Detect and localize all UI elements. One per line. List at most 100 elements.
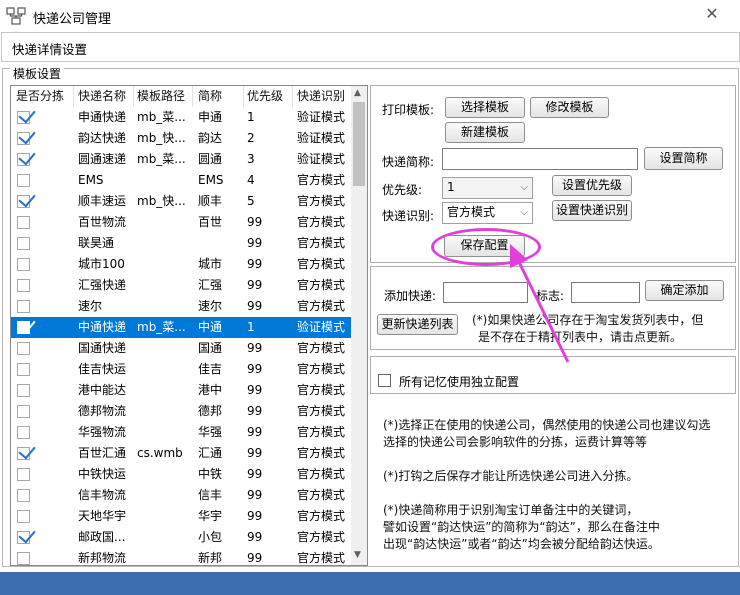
sort-checkbox[interactable] [17, 525, 36, 544]
table-row[interactable]: 佳吉快运 佳吉 99 官方模式 [11, 359, 351, 380]
new-template-button[interactable]: 新建模板 [445, 122, 525, 143]
cell-mode: 官方模式 [297, 173, 346, 187]
sort-checkbox[interactable] [17, 510, 30, 523]
check-icon [18, 147, 36, 166]
column-header-priority[interactable]: 优先级 [247, 86, 283, 107]
table-row[interactable]: 百世汇通 cs.wmb 汇通 99 官方模式 [11, 441, 351, 464]
table-row[interactable]: 港中能达 港中 99 官方模式 [11, 380, 351, 401]
table-row[interactable]: 联昊通 99 官方模式 [11, 233, 351, 254]
table-row[interactable]: 国通快递 国通 99 官方模式 [11, 338, 351, 359]
tab-detail-settings[interactable]: 快递详情设置 [12, 39, 87, 58]
cell-short: 国通 [198, 341, 223, 355]
table-row[interactable]: 申通快递 mb_菜... 申通 1 验证模式 [11, 105, 351, 128]
table-row[interactable]: 信丰物流 信丰 99 官方模式 [11, 485, 351, 506]
cell-short: 汇通 [198, 446, 223, 460]
confirm-add-button[interactable]: 确定添加 [645, 280, 724, 301]
sort-checkbox[interactable] [17, 174, 30, 187]
cell-mode: 官方模式 [297, 467, 346, 481]
cell-mode: 官方模式 [297, 278, 346, 292]
cell-priority: 99 [247, 215, 263, 229]
sort-checkbox[interactable] [17, 426, 30, 439]
sort-checkbox[interactable] [17, 237, 30, 250]
cell-short: 港中 [198, 383, 223, 397]
table-row[interactable]: EMS EMS 4 官方模式 [11, 170, 351, 191]
sort-checkbox[interactable] [17, 315, 36, 334]
sort-checkbox[interactable] [17, 147, 36, 166]
courier-table[interactable]: 是否分拣 快递名称 模板路径 简称 优先级 快递识别 申通快递 mb_菜... 申通… [10, 85, 368, 566]
cell-name: 联昊通 [78, 236, 115, 250]
recognition-select[interactable]: 官方模式 ⌵ [442, 202, 533, 224]
table-row[interactable]: 汇强快递 汇强 99 官方模式 [11, 275, 351, 296]
table-row[interactable]: 新邦物流 新邦 99 官方模式 [11, 548, 351, 565]
column-header-recognition[interactable]: 快递识别 [297, 86, 345, 107]
cell-name: 佳吉快运 [78, 362, 127, 376]
cell-priority: 3 [247, 152, 255, 166]
cell-mode: 官方模式 [297, 530, 346, 544]
sort-checkbox[interactable] [17, 126, 36, 145]
cell-name: 中铁快运 [78, 467, 127, 481]
column-header-short[interactable]: 简称 [198, 86, 222, 107]
cell-mode: 官方模式 [297, 299, 346, 313]
table-row[interactable]: 中通快递 mb_菜... 中通 1 验证模式 [11, 315, 351, 338]
table-row[interactable]: 速尔 速尔 99 官方模式 [11, 296, 351, 317]
cell-name: 百世物流 [78, 215, 127, 229]
sort-checkbox[interactable] [17, 552, 30, 565]
table-row[interactable]: 天地华宇 华宇 99 官方模式 [11, 506, 351, 527]
table-row[interactable]: 顺丰速运 mb_快... 顺丰 5 官方模式 [11, 189, 351, 212]
sort-checkbox[interactable] [17, 342, 30, 355]
sort-checkbox[interactable] [17, 279, 30, 292]
close-button[interactable]: ✕ [692, 4, 732, 24]
sort-checkbox[interactable] [17, 405, 30, 418]
check-icon [18, 525, 36, 544]
cell-priority: 99 [247, 404, 263, 418]
table-row[interactable]: 圆通速递 mb_菜... 圆通 3 验证模式 [11, 147, 351, 170]
cell-priority: 99 [247, 236, 263, 250]
table-row[interactable]: 德邦物流 德邦 99 官方模式 [11, 401, 351, 422]
select-template-button[interactable]: 选择模板 [445, 97, 525, 118]
update-courier-list-button[interactable]: 更新快递列表 [377, 314, 458, 335]
sort-checkbox[interactable] [17, 363, 30, 376]
table-row[interactable]: 中铁快运 中铁 99 官方模式 [11, 464, 351, 485]
table-row[interactable]: 韵达快递 mb_快... 韵达 2 验证模式 [11, 126, 351, 149]
short-name-input[interactable] [442, 148, 638, 170]
set-recognition-button[interactable]: 设置快递识别 [552, 200, 632, 221]
memory-checkbox-label: 所有记忆使用独立配置 [399, 375, 520, 389]
sort-checkbox[interactable] [17, 258, 30, 271]
sort-checkbox[interactable] [17, 441, 36, 460]
cell-path: mb_快... [137, 194, 186, 208]
set-short-name-button[interactable]: 设置简称 [644, 147, 723, 170]
sort-checkbox[interactable] [17, 468, 30, 481]
cell-mode: 验证模式 [297, 110, 346, 124]
scrollbar-thumb[interactable] [353, 102, 365, 186]
sort-checkbox[interactable] [17, 300, 30, 313]
scroll-down-arrow-icon[interactable]: ▼ [354, 550, 361, 560]
cell-path: mb_菜... [137, 152, 186, 166]
cell-mode: 官方模式 [297, 404, 346, 418]
sort-checkbox[interactable] [17, 189, 36, 208]
column-header-path[interactable]: 模板路径 [137, 86, 185, 107]
window-title: 快递公司管理 [33, 12, 112, 27]
table-row[interactable]: 华强物流 华强 99 官方模式 [11, 422, 351, 443]
cell-name: 天地华宇 [78, 509, 127, 523]
sort-checkbox[interactable] [17, 105, 36, 124]
cell-short: 中通 [198, 320, 223, 334]
scroll-up-arrow-icon[interactable]: ▲ [354, 88, 361, 98]
sort-checkbox[interactable] [17, 216, 30, 229]
cell-name: 顺丰速运 [78, 194, 127, 208]
column-separator [243, 86, 244, 107]
sort-checkbox[interactable] [17, 489, 30, 502]
cell-name: 百世汇通 [78, 446, 127, 460]
modify-template-button[interactable]: 修改模板 [530, 97, 609, 118]
table-row[interactable]: 城市100 城市 99 官方模式 [11, 254, 351, 275]
column-header-name[interactable]: 快递名称 [78, 86, 126, 107]
short-name-label: 快递简称: [382, 155, 435, 169]
set-priority-button[interactable]: 设置优先级 [552, 175, 632, 196]
table-row[interactable]: 百世物流 百世 99 官方模式 [11, 212, 351, 233]
column-separator [192, 86, 193, 107]
cell-short: 中铁 [198, 467, 223, 481]
sort-checkbox[interactable] [17, 384, 30, 397]
column-header-sort[interactable]: 是否分拣 [16, 86, 64, 107]
memory-checkbox[interactable] [378, 374, 391, 387]
table-row[interactable]: 邮政国... 小包 99 官方模式 [11, 525, 351, 548]
priority-select[interactable]: 1 ⌵ [442, 177, 533, 199]
